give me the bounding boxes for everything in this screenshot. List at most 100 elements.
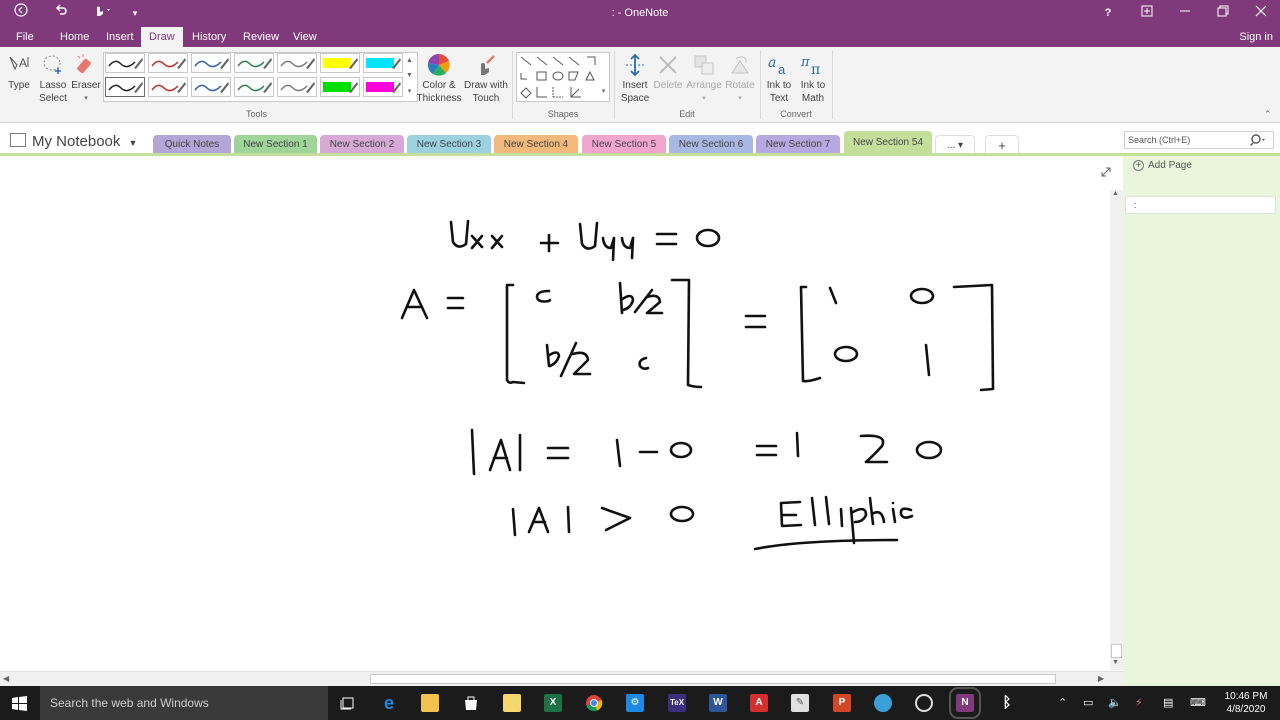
pen-swatch[interactable] xyxy=(277,53,317,73)
minimize-icon[interactable] xyxy=(1174,3,1196,23)
file-explorer-icon[interactable] xyxy=(421,694,439,712)
pen-swatch[interactable] xyxy=(234,53,274,73)
excel-icon[interactable]: X xyxy=(544,694,562,712)
globe-icon[interactable] xyxy=(874,694,892,712)
highlighter-swatch[interactable] xyxy=(363,53,403,73)
gallery-more-icon[interactable]: ▾ xyxy=(404,87,415,95)
powerpoint-icon[interactable]: P xyxy=(833,694,851,712)
horizontal-scrollbar[interactable]: ◀ ▶ xyxy=(0,671,1123,686)
edge-icon[interactable]: e xyxy=(380,694,398,712)
section-tab[interactable]: New Section 2 xyxy=(320,135,404,155)
clock[interactable]: 10:46 PM 4/8/2020 xyxy=(1220,690,1272,716)
page-canvas[interactable] xyxy=(0,156,1123,671)
task-view-icon[interactable] xyxy=(340,695,356,714)
scroll-right-icon[interactable]: ▶ xyxy=(1098,674,1104,683)
pen-swatch[interactable] xyxy=(191,77,231,97)
pen-swatch[interactable] xyxy=(105,53,145,73)
tex-icon[interactable]: TeX xyxy=(668,694,686,712)
taskbar-search[interactable]: Search the web and Windows xyxy=(40,686,328,720)
acrobat-icon[interactable]: A xyxy=(750,694,768,712)
add-section-button[interactable]: + xyxy=(985,135,1019,155)
document-icon[interactable]: ✎ xyxy=(791,694,809,712)
collapse-ribbon-icon[interactable]: ⌃ xyxy=(1264,109,1272,120)
svg-text:π: π xyxy=(811,62,820,77)
eraser-button[interactable]: Eraser ▾ xyxy=(70,53,102,105)
gallery-down-icon[interactable]: ▼ xyxy=(404,72,415,79)
tab-home[interactable]: Home xyxy=(54,27,95,47)
close-icon[interactable] xyxy=(1250,3,1272,23)
scroll-up-icon[interactable]: ▲ xyxy=(1112,190,1119,197)
shapes-more-icon[interactable]: ▾ xyxy=(598,87,609,95)
start-icon[interactable] xyxy=(12,696,27,714)
chrome-icon[interactable] xyxy=(585,694,603,712)
window-title: : - OneNote xyxy=(611,7,669,19)
notebook-selector[interactable]: My Notebook ▼ xyxy=(10,133,137,150)
scroll-thumb[interactable] xyxy=(370,674,1056,684)
pen-swatch[interactable] xyxy=(148,53,188,73)
lasso-select-button[interactable]: Lasso Select xyxy=(36,53,70,105)
ink-to-text-button[interactable]: aa Ink to Text xyxy=(762,53,796,105)
pen-swatch[interactable] xyxy=(191,53,231,73)
fullscreen-icon[interactable] xyxy=(1136,3,1158,23)
shapes-gallery[interactable] xyxy=(516,52,610,102)
tab-history[interactable]: History xyxy=(186,27,232,47)
page-entry[interactable]: : xyxy=(1125,196,1276,214)
section-tab[interactable]: New Section 1 xyxy=(234,135,317,155)
section-tab[interactable]: New Section 6 xyxy=(669,135,753,155)
delete-button[interactable]: Delete xyxy=(651,53,685,92)
section-tab[interactable]: New Section 7 xyxy=(756,135,840,155)
draw-with-touch-button[interactable]: Draw with Touch xyxy=(462,53,510,105)
bluetooth-icon[interactable]: ᛒ xyxy=(998,694,1016,712)
section-tab[interactable]: New Section 5 xyxy=(582,135,666,155)
tab-draw[interactable]: Draw xyxy=(141,27,183,47)
draw-label-2: Touch xyxy=(472,93,500,104)
network-icon[interactable]: ⚡ xyxy=(1135,696,1143,709)
add-page-button[interactable]: + Add Page xyxy=(1133,160,1192,171)
group-label-tools: Tools xyxy=(245,109,267,119)
section-tab[interactable]: New Section 4 xyxy=(494,135,578,155)
settings-icon[interactable]: ⚙ xyxy=(626,694,644,712)
highlighter-swatch[interactable] xyxy=(363,77,403,97)
action-center-icon[interactable]: ▤ xyxy=(1163,696,1173,709)
ribbon: A Type Lasso Select Eraser ▾ ▲ ▼ ▾ Color… xyxy=(0,47,1280,123)
group-separator xyxy=(832,51,833,119)
arrange-button[interactable]: Arrange ▾ xyxy=(685,53,723,105)
tab-file[interactable]: File xyxy=(10,27,40,47)
scroll-left-icon[interactable]: ◀ xyxy=(3,674,9,683)
restore-icon[interactable] xyxy=(1212,3,1234,23)
group-label-edit: Edit xyxy=(679,109,695,119)
sign-in-link[interactable]: Sign in xyxy=(1239,27,1273,47)
word-icon[interactable]: W xyxy=(709,694,727,712)
folder-icon[interactable] xyxy=(503,694,521,712)
browser-icon[interactable] xyxy=(915,694,933,712)
keyboard-icon[interactable]: ⌨ xyxy=(1190,696,1206,709)
scroll-thumb[interactable] xyxy=(1111,644,1122,658)
ink-to-math-button[interactable]: ππ Ink to Math xyxy=(796,53,830,105)
pen-swatch[interactable] xyxy=(277,77,317,97)
pen-swatch[interactable] xyxy=(234,77,274,97)
store-icon[interactable] xyxy=(462,694,480,712)
tab-insert[interactable]: Insert xyxy=(100,27,140,47)
vertical-scrollbar[interactable]: ▲ ▼ xyxy=(1110,190,1123,670)
color-thickness-button[interactable]: Color & Thickness xyxy=(416,53,462,105)
rotate-button[interactable]: Rotate ▾ xyxy=(722,53,758,105)
show-hidden-icons-icon[interactable]: ⌃ xyxy=(1058,696,1067,709)
type-button[interactable]: A Type xyxy=(4,53,34,92)
insert-space-button[interactable]: Insert Space xyxy=(617,53,653,105)
gallery-up-icon[interactable]: ▲ xyxy=(404,57,415,64)
onenote-icon[interactable]: N xyxy=(949,687,981,719)
pen-swatch[interactable] xyxy=(148,77,188,97)
help-button[interactable]: ? xyxy=(1098,3,1118,23)
scroll-down-icon[interactable]: ▼ xyxy=(1112,659,1119,666)
highlighter-swatch[interactable] xyxy=(320,53,360,73)
search-icon[interactable] xyxy=(1250,133,1268,150)
section-tab[interactable]: Quick Notes xyxy=(153,135,231,155)
highlighter-swatch[interactable] xyxy=(320,77,360,97)
tab-review[interactable]: Review xyxy=(237,27,285,47)
more-sections-button[interactable]: ... ▾ xyxy=(935,135,975,155)
volume-icon[interactable]: 🔈 xyxy=(1108,696,1122,709)
section-tab[interactable]: New Section 3 xyxy=(407,135,491,155)
pen-swatch[interactable] xyxy=(105,77,145,97)
battery-icon[interactable]: ▭ xyxy=(1083,696,1093,709)
tab-view[interactable]: View xyxy=(287,27,323,47)
